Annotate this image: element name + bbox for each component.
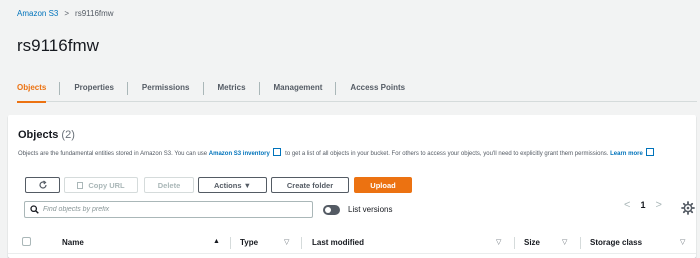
table-header: Name ▲ Type ▽ Last modified ▽ Size ▽ Sto… — [8, 232, 696, 254]
copy-icon — [77, 181, 84, 189]
tab-permissions[interactable]: Permissions — [128, 74, 204, 102]
list-versions-label: List versions — [348, 205, 393, 214]
column-header-size[interactable]: Size — [524, 238, 540, 247]
refresh-button[interactable] — [25, 177, 60, 193]
list-versions-toggle[interactable] — [323, 205, 340, 215]
tab-bar: Objects Properties Permissions Metrics M… — [17, 74, 697, 103]
sort-icon[interactable]: ▽ — [680, 238, 685, 246]
select-all-checkbox[interactable] — [22, 237, 31, 246]
breadcrumb-separator-icon: > — [64, 9, 70, 18]
tab-metrics[interactable]: Metrics — [204, 74, 260, 102]
inventory-link[interactable]: Amazon S3 inventory — [209, 151, 270, 157]
external-link-icon — [646, 148, 655, 156]
sort-icon[interactable]: ▽ — [496, 238, 501, 246]
tab-label: Permissions — [141, 83, 190, 92]
sort-icon[interactable]: ▽ — [284, 238, 289, 246]
copy-url-label: Copy URL — [88, 180, 125, 190]
delete-button[interactable]: Delete — [144, 177, 194, 193]
column-divider — [301, 237, 302, 249]
objects-title: Objects — [18, 129, 59, 141]
create-folder-label: Create folder — [286, 180, 334, 190]
search-icon — [30, 205, 39, 214]
objects-description: Objects are the fundamental entities sto… — [18, 148, 688, 159]
objects-count: (2) — [61, 129, 75, 141]
column-divider — [580, 237, 581, 249]
breadcrumb-current: rs9116fmw — [75, 9, 114, 18]
learn-more-link[interactable]: Learn more — [610, 151, 643, 157]
gear-icon[interactable] — [681, 201, 695, 215]
column-header-last-modified[interactable]: Last modified — [312, 238, 364, 247]
objects-panel: Objects (2) Objects are the fundamental … — [8, 115, 696, 258]
tab-properties[interactable]: Properties — [60, 74, 128, 102]
sort-icon[interactable]: ▽ — [562, 238, 567, 246]
column-divider — [514, 237, 515, 249]
tab-objects[interactable]: Objects — [17, 74, 61, 103]
page-title: rs9116fmw — [17, 36, 99, 55]
tab-label: Access Points — [350, 83, 406, 92]
tab-label: Properties — [74, 83, 114, 92]
description-text: Objects are the fundamental entities sto… — [18, 151, 208, 157]
next-page-icon[interactable]: > — [651, 199, 665, 211]
create-folder-button[interactable]: Create folder — [271, 177, 349, 193]
actions-dropdown[interactable]: Actions ▼ — [198, 177, 267, 193]
tab-label: Objects — [17, 83, 47, 92]
copy-url-button[interactable]: Copy URL — [64, 177, 138, 193]
tab-access-points[interactable]: Access Points — [336, 74, 419, 102]
sort-ascending-icon[interactable]: ▲ — [213, 238, 220, 245]
actions-label: Actions ▼ — [213, 180, 251, 190]
upload-button[interactable]: Upload — [354, 177, 412, 193]
external-link-icon — [273, 148, 282, 156]
pagination: < 1 > — [620, 199, 666, 211]
page-number[interactable]: 1 — [634, 200, 651, 210]
tab-management[interactable]: Management — [260, 74, 337, 102]
column-header-type[interactable]: Type — [240, 238, 258, 247]
prev-page-icon[interactable]: < — [620, 199, 634, 211]
tab-label: Metrics — [217, 83, 246, 92]
column-header-storage-class[interactable]: Storage class — [590, 238, 642, 247]
upload-label: Upload — [370, 180, 396, 190]
column-header-name[interactable]: Name — [62, 238, 84, 247]
search-input[interactable] — [43, 206, 303, 213]
column-divider — [230, 237, 231, 249]
breadcrumb-link-amazon-s3[interactable]: Amazon S3 — [17, 9, 58, 18]
description-text-2: to get a list of all objects in your buc… — [285, 151, 609, 157]
delete-label: Delete — [157, 180, 181, 190]
breadcrumb: Amazon S3 > rs9116fmw — [17, 9, 114, 18]
refresh-icon — [38, 180, 47, 189]
objects-heading: Objects (2) — [18, 129, 75, 141]
search-box — [24, 201, 313, 218]
tab-label: Management — [273, 83, 323, 92]
